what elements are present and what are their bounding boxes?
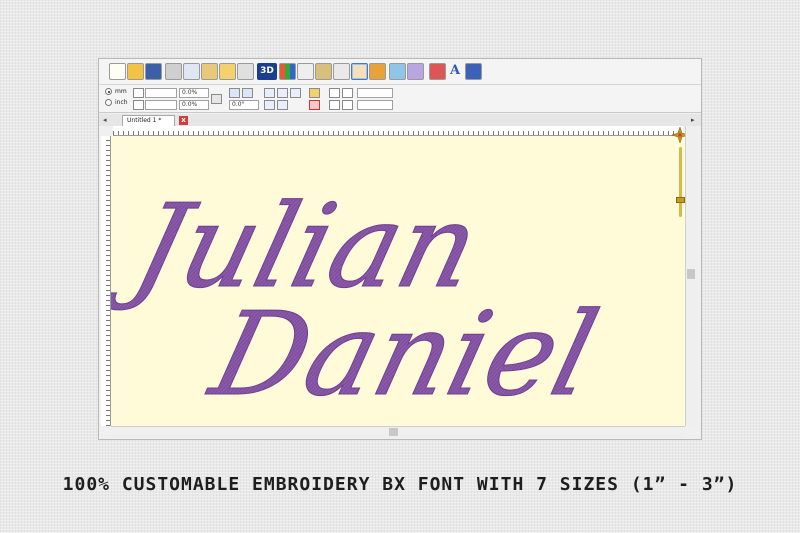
text-icon[interactable]: A — [447, 61, 463, 81]
spacing-icon[interactable] — [329, 88, 340, 98]
vertical-ruler — [101, 136, 111, 426]
spacing-field-1[interactable] — [357, 88, 393, 98]
copy-icon[interactable] — [183, 63, 200, 80]
grid-icon[interactable] — [389, 63, 406, 80]
width-percent-field[interactable]: 0.0% — [179, 88, 209, 98]
design-icon[interactable] — [465, 63, 482, 80]
horizontal-scrollbar[interactable] — [111, 426, 685, 438]
main-toolbar: 3D A — [99, 59, 701, 85]
rotate-right-icon[interactable] — [242, 88, 253, 98]
3d-view-button[interactable]: 3D — [257, 63, 277, 80]
align-left-icon[interactable] — [264, 100, 275, 110]
radio-inch[interactable] — [105, 99, 112, 106]
save-icon[interactable] — [145, 63, 162, 80]
unit-mm-option[interactable]: mm — [105, 88, 127, 95]
stitch-sim-icon[interactable] — [429, 63, 446, 80]
mirror-v-icon[interactable] — [237, 63, 254, 80]
height-field[interactable] — [145, 100, 177, 110]
image-icon[interactable] — [369, 63, 386, 80]
center-icon[interactable] — [277, 88, 288, 98]
print-icon[interactable] — [165, 63, 182, 80]
tab-scroll-right[interactable]: ▸ — [691, 114, 695, 126]
open-folder-icon[interactable] — [127, 63, 144, 80]
design-canvas[interactable]: Julian Daniel — [102, 136, 685, 426]
unit-inch-label: inch — [115, 99, 128, 106]
document-tabbar: ◂ Untitled 1 * x ▸ — [99, 114, 701, 126]
width-arrow-icon — [133, 88, 144, 98]
spacing-v-icon[interactable] — [342, 88, 353, 98]
design-line-2[interactable]: Daniel — [197, 287, 610, 422]
spacing-field-2[interactable] — [357, 100, 393, 110]
embroidery-design: Julian Daniel — [102, 179, 611, 422]
measure-icon[interactable] — [315, 63, 332, 80]
close-icon[interactable]: x — [179, 116, 188, 125]
rotate-left-icon[interactable] — [229, 88, 240, 98]
align-top-icon[interactable] — [264, 88, 275, 98]
width-field[interactable] — [145, 88, 177, 98]
unit-mm-label: mm — [115, 88, 127, 95]
rotation-field[interactable]: 0.0° — [229, 100, 259, 110]
height-percent-field[interactable]: 0.0% — [179, 100, 209, 110]
horizontal-ruler — [113, 126, 683, 136]
tab-scroll-left[interactable]: ◂ — [103, 114, 107, 126]
lock-ratio-icon[interactable] — [211, 94, 222, 104]
align-grid-icon[interactable] — [277, 100, 288, 110]
transform-icon[interactable] — [407, 63, 424, 80]
vertical-scroll-thumb[interactable] — [687, 269, 695, 279]
select-hand-icon[interactable] — [351, 63, 368, 80]
zoom-slider-track[interactable] — [679, 147, 682, 217]
spacing-h-icon[interactable] — [329, 100, 340, 110]
tab-untitled-1[interactable]: Untitled 1 * — [122, 115, 175, 126]
radio-mm[interactable] — [105, 88, 112, 95]
color-palette-icon[interactable] — [279, 63, 296, 80]
paste-icon[interactable] — [201, 63, 218, 80]
new-file-icon[interactable] — [109, 63, 126, 80]
unit-inch-option[interactable]: inch — [105, 99, 128, 106]
distribute-icon[interactable] — [290, 88, 301, 98]
product-caption: 100% CUSTOMABLE EMBROIDERY BX FONT WITH … — [62, 474, 738, 495]
node-edit-icon[interactable] — [333, 63, 350, 80]
horizontal-scroll-thumb[interactable] — [389, 428, 398, 436]
embroidery-app-window: 3D A mm inch 0.0% 0.0% 0.0° ◂ Untitled 1… — [98, 58, 702, 440]
spacing-all-icon[interactable] — [342, 100, 353, 110]
mirror-h-icon[interactable] — [219, 63, 236, 80]
stitch-type-icon[interactable] — [309, 88, 320, 98]
height-arrow-icon — [133, 100, 144, 110]
property-toolbar: mm inch 0.0% 0.0% 0.0° — [99, 85, 701, 113]
tab-title: Untitled 1 * — [127, 117, 162, 124]
zoom-slider-handle[interactable] — [676, 197, 685, 203]
help-icon[interactable] — [309, 100, 320, 110]
zoom-icon[interactable] — [297, 63, 314, 80]
